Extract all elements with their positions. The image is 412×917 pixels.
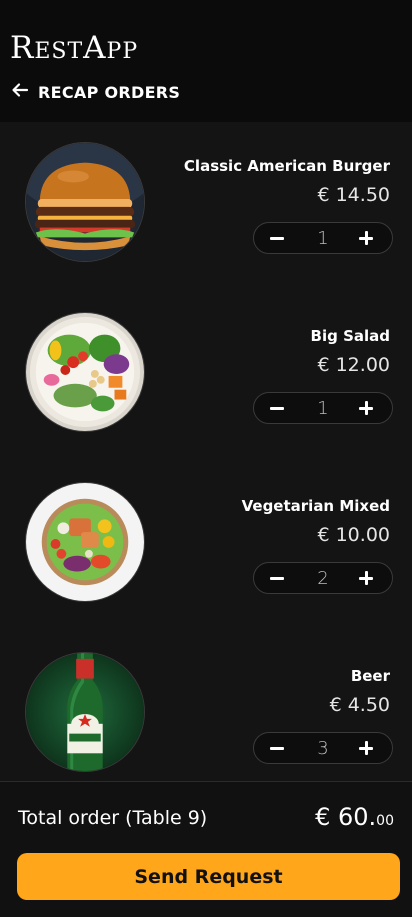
order-list[interactable]: Classic American Burger € 14.50 1 Big Sa… [0, 122, 412, 781]
send-request-button[interactable]: Send Request [17, 853, 400, 900]
increase-button[interactable] [349, 733, 383, 763]
plus-icon [359, 401, 373, 415]
back-arrow-icon[interactable] [10, 80, 30, 104]
order-item: Beer € 4.50 3 [0, 632, 412, 781]
item-name: Vegetarian Mixed [241, 497, 390, 515]
quantity-stepper: 1 [253, 392, 393, 424]
salad-image [25, 312, 145, 432]
quantity-stepper: 3 [253, 732, 393, 764]
total-amount: € 60.00 [315, 803, 394, 831]
quantity-stepper: 1 [253, 222, 393, 254]
beer-bottle-image [25, 652, 145, 772]
increase-button[interactable] [349, 393, 383, 423]
item-price: € 12.00 [317, 354, 390, 376]
app-title: RestApp [10, 30, 139, 66]
total-main: € 60. [315, 803, 377, 831]
item-price: € 10.00 [317, 524, 390, 546]
screen-title: RECAP ORDERS [38, 82, 181, 102]
item-name: Big Salad [310, 327, 390, 345]
vegetarian-bowl-image [25, 482, 145, 602]
increase-button[interactable] [349, 563, 383, 593]
total-label: Total order (Table 9) [18, 807, 208, 829]
plus-icon [359, 741, 373, 755]
item-price: € 4.50 [329, 694, 390, 716]
plus-icon [359, 571, 373, 585]
plus-icon [359, 231, 373, 245]
quantity-stepper: 2 [253, 562, 393, 594]
total-cents: 00 [376, 813, 394, 829]
back-nav[interactable]: RECAP ORDERS [10, 80, 180, 104]
item-price: € 14.50 [317, 184, 390, 206]
app-header: RestApp RECAP ORDERS [0, 0, 412, 122]
item-name: Classic American Burger [183, 157, 390, 175]
order-footer: Total order (Table 9) € 60.00 Send Reque… [0, 781, 412, 917]
burger-image [25, 142, 145, 262]
order-item: Big Salad € 12.00 1 [0, 292, 412, 462]
increase-button[interactable] [349, 223, 383, 253]
order-item: Vegetarian Mixed € 10.00 2 [0, 462, 412, 632]
order-item: Classic American Burger € 14.50 1 [0, 122, 412, 292]
item-name: Beer [350, 667, 390, 685]
